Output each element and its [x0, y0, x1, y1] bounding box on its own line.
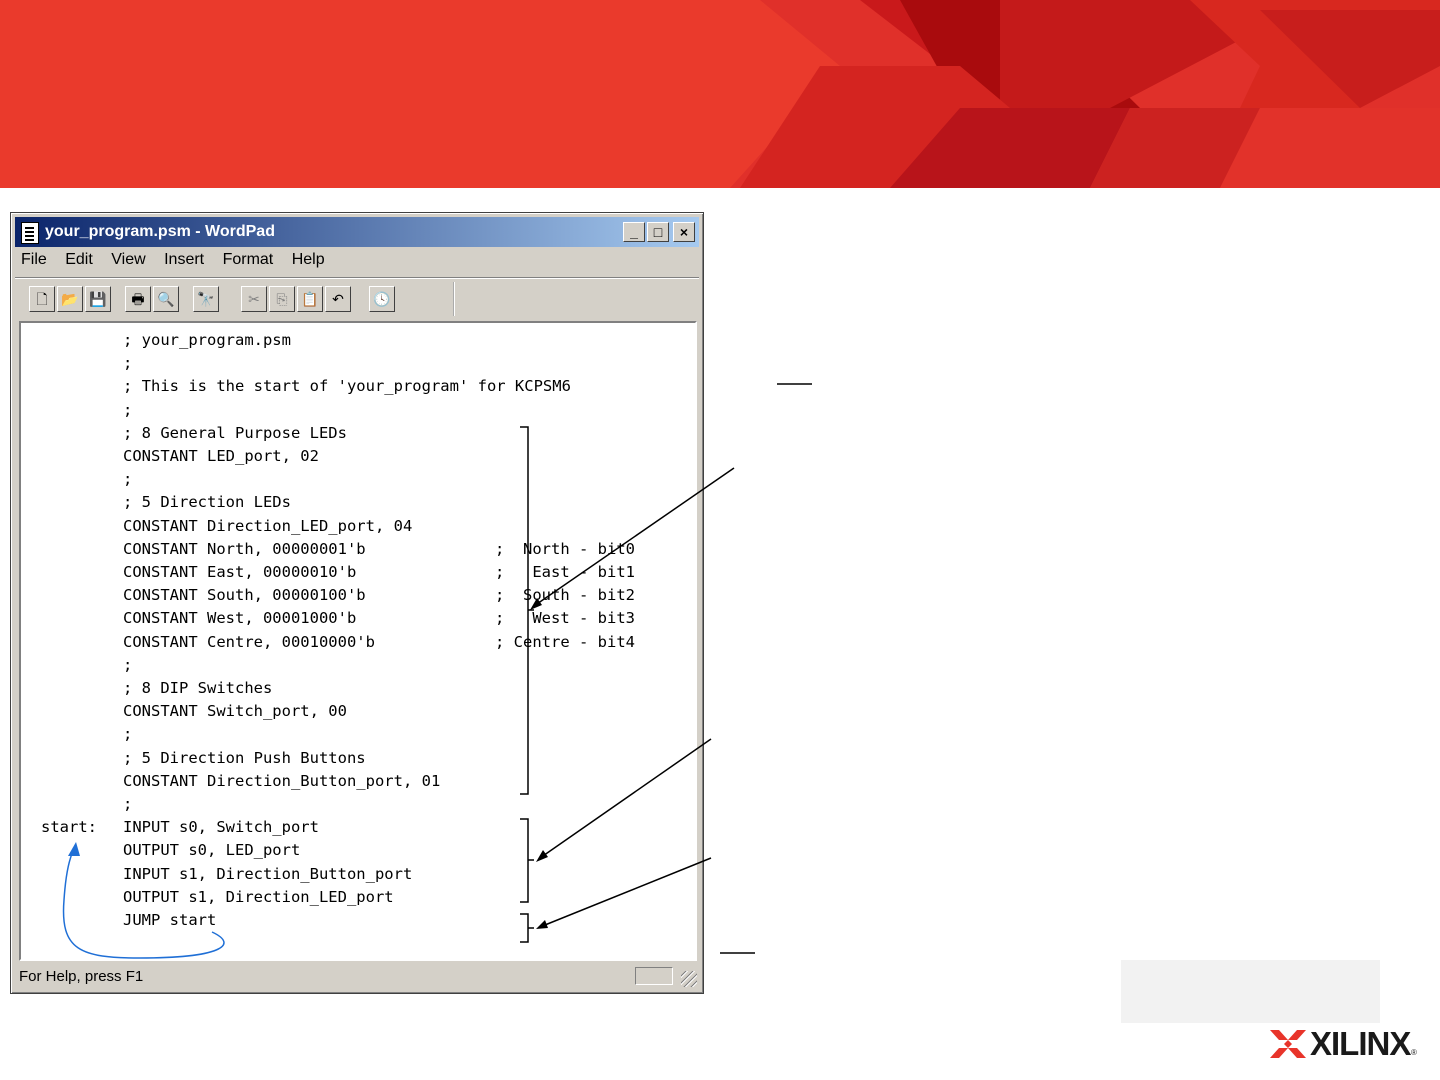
code-instruction: CONSTANT LED_port, 02: [123, 447, 319, 465]
code-instruction: ; 5 Direction LEDs: [123, 493, 291, 512]
status-bar: For Help, press F1: [15, 965, 699, 989]
menu-bar: File Edit View Insert Format Help: [15, 249, 699, 275]
date-time-button[interactable]: 🕓: [369, 286, 395, 312]
menu-help[interactable]: Help: [286, 249, 333, 269]
code-instruction: ;: [123, 655, 133, 674]
code-instruction: CONSTANT Switch_port, 00: [123, 702, 347, 721]
cut-button[interactable]: ✂: [241, 286, 267, 312]
xilinx-mark-icon: [1270, 1030, 1306, 1058]
code-instruction: CONSTANT East, 00000010'b: [123, 563, 357, 581]
code-instruction: INPUT s0, Switch_port: [123, 818, 319, 837]
menu-view[interactable]: View: [105, 249, 153, 269]
code-label: start:: [41, 818, 97, 837]
maximize-button[interactable]: □: [647, 222, 669, 242]
print-button[interactable]: 🖶: [125, 286, 151, 312]
code-instruction: ;: [123, 400, 133, 419]
code-instruction: CONSTANT Direction_Button_port, 01: [123, 771, 441, 790]
copy-button[interactable]: ⎘: [269, 286, 295, 312]
code-instruction: CONSTANT South, 00000100'b: [123, 586, 366, 605]
placeholder-box: [1121, 960, 1380, 1023]
code-instruction: ; 8 General Purpose LEDs: [123, 423, 347, 442]
menu-edit[interactable]: Edit: [59, 249, 101, 269]
window-title: your_program.psm - WordPad: [45, 223, 275, 240]
toolbar: 🗋 📂 💾 🖶 🔍 🔭 ✂ ⎘ 📋 ↶ 🕓: [23, 282, 455, 316]
code-instruction: OUTPUT s1, Direction_LED_port: [123, 887, 394, 906]
code-comment: ; West - bit3: [495, 609, 635, 628]
logo-text: XILINX: [1310, 1025, 1411, 1062]
code-instruction: CONSTANT Direction_LED_port, 04: [123, 516, 413, 535]
close-button[interactable]: ×: [673, 222, 695, 242]
code-instruction: CONSTANT North, 00000001'b: [123, 539, 366, 558]
code-instruction: ;: [123, 470, 133, 489]
new-button[interactable]: 🗋: [29, 286, 55, 312]
code-instruction: ; your_program.psm: [123, 331, 291, 349]
code-instruction: OUTPUT s0, LED_port: [123, 841, 301, 860]
menu-format[interactable]: Format: [217, 249, 282, 269]
code-instruction: ; 5 Direction Push Buttons: [123, 748, 366, 767]
paste-button[interactable]: 📋: [297, 286, 323, 312]
print-preview-button[interactable]: 🔍: [153, 286, 179, 312]
code-comment: ; East - bit1: [495, 563, 635, 581]
code-instruction: CONSTANT West, 00001000'b: [123, 609, 357, 628]
code-comment: ; Centre - bit4: [495, 632, 635, 651]
code-instruction: ; 8 DIP Switches: [123, 679, 273, 697]
code-instruction: CONSTANT Centre, 00010000'b: [123, 632, 375, 651]
code-comment: ; North - bit0: [495, 539, 635, 558]
code-instruction: ; This is the start of 'your_program' fo…: [123, 377, 571, 396]
code-instruction: ;: [123, 725, 133, 744]
status-panel: [635, 967, 673, 985]
header-banner: [0, 0, 1440, 188]
undo-button[interactable]: ↶: [325, 286, 351, 312]
resize-grip-icon[interactable]: [681, 971, 697, 987]
logo-registered-mark: ®: [1411, 1048, 1417, 1057]
code-comment: ; South - bit2: [495, 586, 635, 605]
minimize-button[interactable]: _: [623, 222, 645, 242]
save-button[interactable]: 💾: [85, 286, 111, 312]
code-instruction: INPUT s1, Direction_Button_port: [123, 864, 413, 883]
title-bar[interactable]: your_program.psm - WordPad _ □ ×: [15, 217, 699, 247]
code-instruction: ;: [123, 354, 133, 373]
document-editor[interactable]: ; your_program.psm; ; This is the start o…: [19, 321, 697, 961]
menu-insert[interactable]: Insert: [158, 249, 212, 269]
status-text: For Help, press F1: [19, 968, 144, 985]
open-button[interactable]: 📂: [57, 286, 83, 312]
code-instruction: ;: [123, 795, 133, 813]
menu-file[interactable]: File: [15, 249, 55, 269]
toolbar-area: 🗋 📂 💾 🖶 🔍 🔭 ✂ ⎘ 📋 ↶ 🕓: [15, 277, 699, 320]
code-instruction: JUMP start: [123, 911, 217, 929]
find-button[interactable]: 🔭: [193, 286, 219, 312]
document-icon[interactable]: [21, 222, 39, 244]
wordpad-window: your_program.psm - WordPad _ □ × File Ed…: [10, 212, 704, 994]
